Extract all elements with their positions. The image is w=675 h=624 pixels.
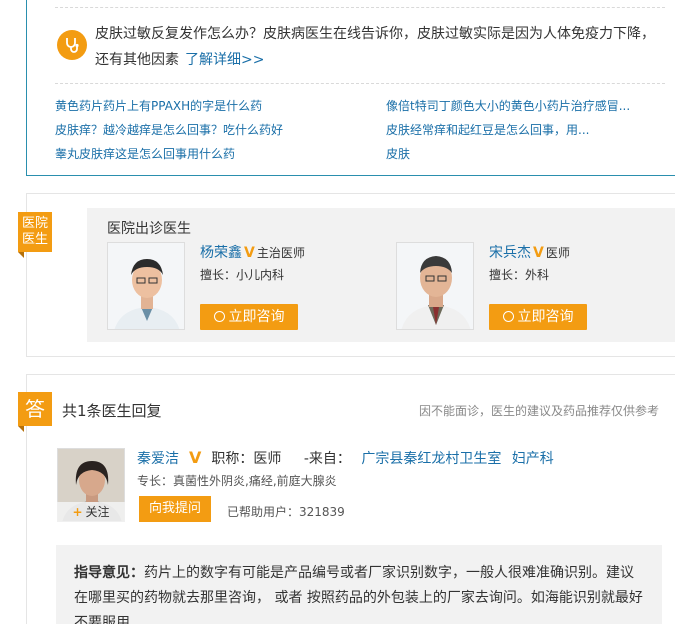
consult-button[interactable]: 立即咨询 xyxy=(200,304,298,330)
follow-button[interactable]: + 关注 xyxy=(57,502,125,522)
responder-from-label: -来自： xyxy=(303,451,351,467)
doctor-name[interactable]: 杨荣鑫 V 主治医师 xyxy=(200,242,305,262)
section-title: 医院出诊医生 xyxy=(107,221,191,237)
doctor-name-text[interactable]: 杨荣鑫 xyxy=(200,245,242,261)
doctor-name[interactable]: 宋兵杰 V 医师 xyxy=(489,242,570,262)
promo-message: 皮肤过敏反复发作怎么办？皮肤病医生在线告诉你，皮肤过敏实际是因为人体免疫力下降，… xyxy=(95,26,655,68)
responder-department[interactable]: 妇产科 xyxy=(512,451,554,467)
plus-icon: + xyxy=(72,505,83,519)
doctor-answers-section: 答 共1条医生回复 因不能面诊，医生的建议及药品推荐仅供参考 + 关注 秦爱洁 V 职… xyxy=(18,374,675,624)
related-link[interactable]: 皮肤经常痒和起红豆是怎么回事，用... xyxy=(386,121,589,138)
follow-label: 关注 xyxy=(85,505,110,519)
promo-detail-link[interactable]: 了解详细>> xyxy=(185,52,264,68)
doctor-avatar[interactable] xyxy=(107,242,185,330)
divider xyxy=(55,7,665,8)
responder-hospital[interactable]: 广宗县秦红龙村卫生室 xyxy=(361,451,501,467)
related-link[interactable]: 黄色药片药片上有PPAXH的字是什么药 xyxy=(55,97,262,114)
divider xyxy=(55,83,665,84)
hospital-doctor-tag: 医院医生 xyxy=(18,212,52,252)
disclaimer: 因不能面诊，医生的建议及药品推荐仅供参考 xyxy=(418,404,659,418)
verified-icon: V xyxy=(244,245,255,261)
chat-bubble-icon xyxy=(502,311,514,322)
ask-me-button[interactable]: 向我提问 xyxy=(139,496,211,522)
doctor-specialty: 擅长：外科 xyxy=(489,268,550,282)
answers-title: 共1条医生回复 xyxy=(62,402,162,420)
verified-icon: V xyxy=(533,245,544,261)
related-link[interactable]: 像倍t特司丁颜色大小的黄色小药片治疗感冒... xyxy=(386,97,630,114)
advice-label: 指导意见： xyxy=(74,565,144,581)
related-link[interactable]: 皮肤痒？越冷越痒是怎么回事？吃什么药好 xyxy=(55,121,283,138)
hospital-doctors-panel: 医院出诊医生 杨荣鑫 V 主治医师 擅长：小儿内科 立即咨询 宋兵杰 V 医师 … xyxy=(87,208,675,342)
verified-icon: V xyxy=(189,448,202,467)
consult-button[interactable]: 立即咨询 xyxy=(489,304,587,330)
related-link[interactable]: 睾丸皮肤痒这是怎么回事用什么药 xyxy=(55,145,235,162)
hospital-doctors-section: 医院医生 医院出诊医生 杨荣鑫 V 主治医师 擅长：小儿内科 立即咨询 宋兵杰 … xyxy=(18,193,675,357)
doctor-title: 主治医师 xyxy=(256,246,305,260)
consult-button-label: 立即咨询 xyxy=(517,309,574,325)
stethoscope-icon xyxy=(57,30,87,60)
responder-specialty: 专长：真菌性外阴炎,痛经,前庭大腺炎 xyxy=(137,474,337,488)
tag-fold xyxy=(18,426,24,432)
doctor-title: 医师 xyxy=(545,246,570,260)
related-link[interactable]: 皮肤 xyxy=(386,145,410,162)
answer-tag: 答 xyxy=(18,392,52,426)
doctor-name-text[interactable]: 宋兵杰 xyxy=(489,245,531,261)
tag-fold xyxy=(18,252,24,258)
doctor-specialty: 擅长：小儿内科 xyxy=(200,268,285,282)
responder-info: 秦爱洁 V 职称：医师 -来自： 广宗县秦红龙村卫生室 妇产科 xyxy=(137,448,554,468)
responder-title: 职称：医师 xyxy=(211,451,282,467)
advice-box: 指导意见：药片上的数字有可能是产品编号或者厂家识别数字，一般人很难准确识别。建议… xyxy=(56,545,662,624)
related-questions-card: 皮肤过敏反复发作怎么办？皮肤病医生在线告诉你，皮肤过敏实际是因为人体免疫力下降，… xyxy=(26,0,675,176)
doctor-avatar[interactable] xyxy=(396,242,474,330)
consult-button-label: 立即咨询 xyxy=(228,309,285,325)
helped-count: 已帮助用户：321839 xyxy=(227,505,345,519)
promo-text: 皮肤过敏反复发作怎么办？皮肤病医生在线告诉你，皮肤过敏实际是因为人体免疫力下降，… xyxy=(95,21,665,73)
chat-bubble-icon xyxy=(213,311,225,322)
responder-name[interactable]: 秦爱洁 xyxy=(137,451,179,467)
advice-text: 药片上的数字有可能是产品编号或者厂家识别数字，一般人很难准确识别。建议在哪里买的… xyxy=(74,565,643,624)
